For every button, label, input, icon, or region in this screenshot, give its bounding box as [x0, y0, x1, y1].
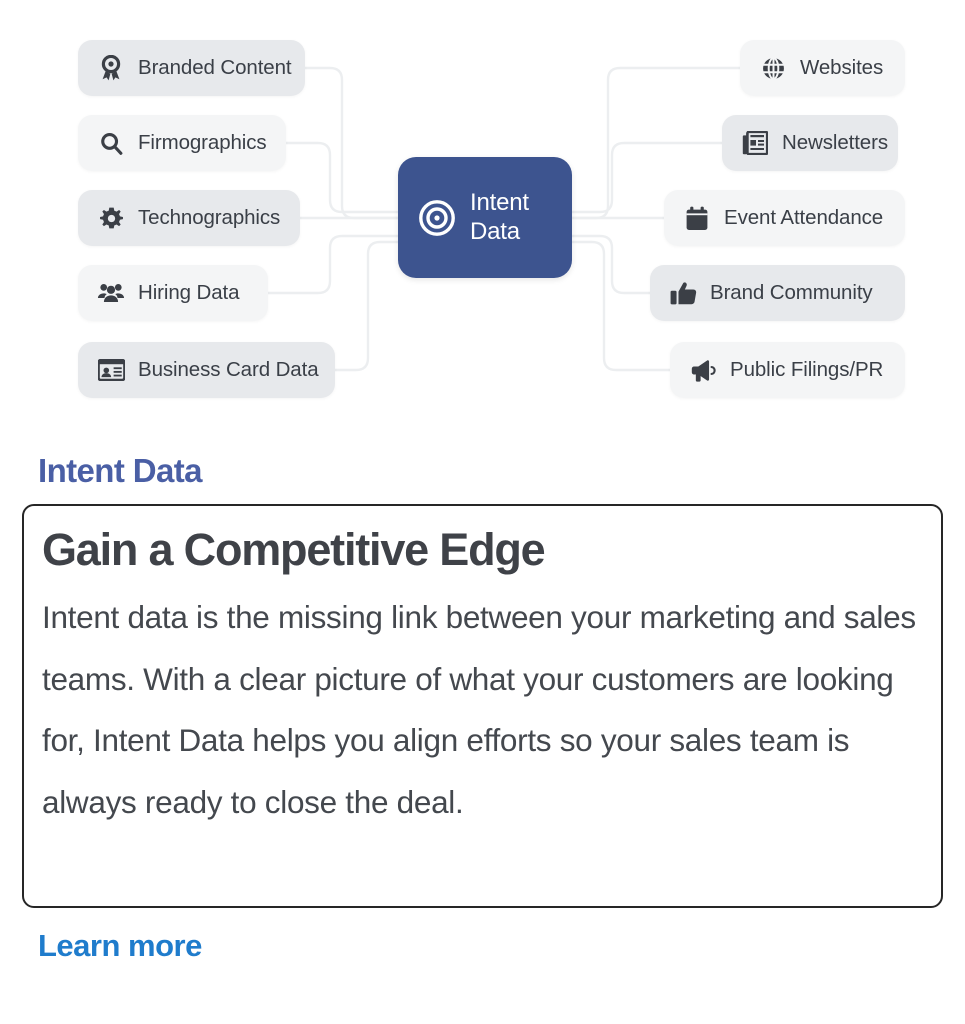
content-section: Intent Data Gain a Competitive Edge Inte… — [0, 430, 965, 964]
search-icon — [96, 128, 126, 158]
target-bullseye-icon — [416, 197, 458, 239]
mind-map-diagram: Branded Content Firmographics Technograp… — [0, 0, 965, 430]
card-title: Gain a Competitive Edge — [42, 524, 546, 575]
card-body-text: Intent data is the missing link between … — [42, 599, 916, 820]
node-label: Event Attendance — [724, 206, 884, 229]
newspaper-icon — [740, 128, 770, 158]
highlight-card: Gain a Competitive Edge Intent data is t… — [22, 504, 943, 908]
center-node-label: Intent Data — [470, 189, 529, 246]
id-card-icon — [96, 355, 126, 385]
calendar-icon — [682, 203, 712, 233]
node-brand-community[interactable]: Brand Community — [650, 265, 905, 321]
center-label-line1: Intent — [470, 189, 529, 217]
center-label-line2: Data — [470, 217, 520, 245]
node-label: Branded Content — [138, 56, 292, 79]
node-label: Hiring Data — [138, 281, 240, 304]
thumbs-up-icon — [668, 278, 698, 308]
megaphone-icon — [688, 355, 718, 385]
node-firmographics[interactable]: Firmographics — [78, 115, 286, 171]
node-event-attendance[interactable]: Event Attendance — [664, 190, 905, 246]
node-label: Firmographics — [138, 131, 267, 154]
node-label: Websites — [800, 56, 884, 79]
node-business-card-data[interactable]: Business Card Data — [78, 342, 335, 398]
node-label: Public Filings/PR — [730, 358, 884, 381]
node-newsletters[interactable]: Newsletters — [722, 115, 898, 171]
node-label: Brand Community — [710, 281, 873, 304]
node-label: Newsletters — [782, 131, 888, 154]
globe-icon — [758, 53, 788, 83]
center-node-intent-data[interactable]: Intent Data — [398, 157, 572, 278]
award-ribbon-icon — [96, 53, 126, 83]
section-eyebrow-intent-data: Intent Data — [38, 452, 203, 489]
node-hiring-data[interactable]: Hiring Data — [78, 265, 268, 321]
node-label: Technographics — [138, 206, 281, 229]
gear-icon — [96, 203, 126, 233]
node-technographics[interactable]: Technographics — [78, 190, 300, 246]
learn-more-link[interactable]: Learn more — [38, 928, 202, 964]
node-label: Business Card Data — [138, 358, 319, 381]
node-branded-content[interactable]: Branded Content — [78, 40, 305, 96]
people-group-icon — [96, 278, 126, 308]
node-public-filings-pr[interactable]: Public Filings/PR — [670, 342, 905, 398]
node-websites[interactable]: Websites — [740, 40, 905, 96]
